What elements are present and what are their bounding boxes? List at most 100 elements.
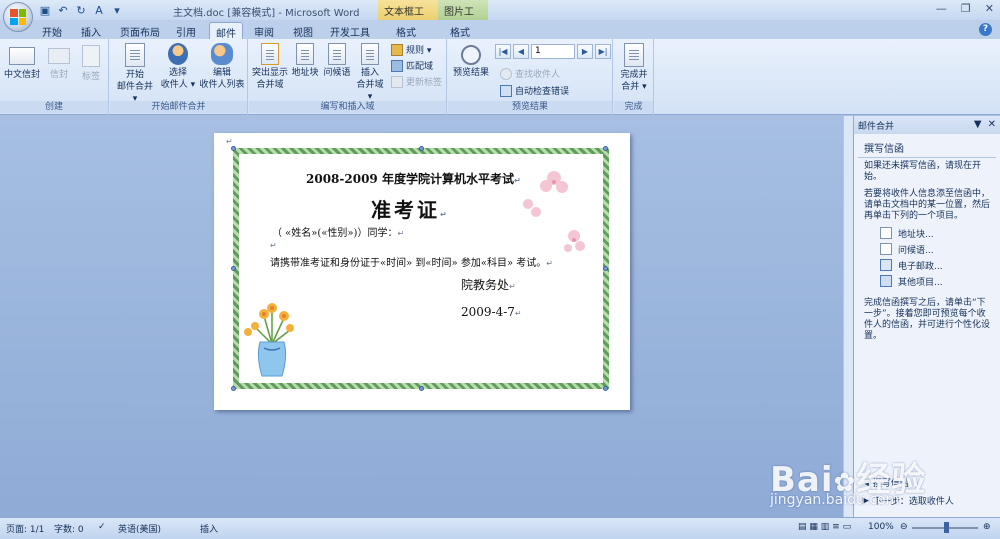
last-record-icon[interactable]: ▶|: [595, 44, 611, 59]
doc-salutation-text: （ «姓名»(«性别»)）同学：: [272, 228, 398, 239]
save-icon[interactable]: ▣: [38, 3, 52, 17]
resize-handle[interactable]: [419, 146, 424, 151]
labels-button[interactable]: 标签: [76, 43, 106, 83]
labels-label: 标签: [81, 72, 100, 82]
envelope-icon: [48, 48, 70, 64]
find-recipient-button[interactable]: 查找收件人: [500, 67, 560, 80]
address-block-button[interactable]: 地址块: [289, 43, 321, 79]
resize-handle[interactable]: [419, 386, 424, 391]
pane-item-greeting[interactable]: 问候语...: [854, 241, 1000, 257]
resize-handle[interactable]: [231, 386, 236, 391]
pane-item-electronic-postage[interactable]: 电子邮政...: [854, 257, 1000, 273]
redo-icon[interactable]: ↻: [74, 3, 88, 17]
draft-icon[interactable]: ▭: [843, 522, 852, 532]
spelling-icon[interactable]: A: [92, 3, 106, 17]
close-icon[interactable]: ✕: [985, 2, 994, 15]
resize-handle[interactable]: [231, 146, 236, 151]
tab-references[interactable]: 引用: [170, 22, 202, 39]
doc-line-instruction[interactable]: 请携带准考证和身份证于«时间» 到«时间» 参加«科目» 考试。↵: [270, 254, 553, 269]
paragraph-mark-icon: ↵: [513, 176, 521, 185]
word-count[interactable]: 字数: 0: [54, 522, 84, 535]
preview-results-button[interactable]: 预览结果: [450, 43, 492, 79]
language-indicator[interactable]: 英语(美国): [118, 522, 161, 535]
tab-insert[interactable]: 插入: [75, 22, 107, 39]
resize-handle[interactable]: [231, 266, 236, 271]
tab-format-textbox[interactable]: 格式: [388, 22, 424, 39]
paragraph-mark-icon: ↵: [440, 210, 450, 219]
doc-signature[interactable]: 院教务处↵: [461, 276, 516, 293]
doc-date[interactable]: 2009-4-7↵: [461, 305, 522, 319]
task-pane-intro: 如果还未撰写信函，请现在开始。: [864, 161, 982, 182]
tab-format-picture[interactable]: 格式: [442, 22, 478, 39]
page-count[interactable]: 页面: 1/1: [6, 522, 44, 535]
insert-field-label-2: 合并域 ▾: [356, 80, 384, 102]
tab-home[interactable]: 开始: [36, 22, 68, 39]
help-icon[interactable]: ?: [979, 23, 992, 36]
record-number-input[interactable]: 1: [531, 44, 575, 59]
pane-dropdown-icon[interactable]: ▼: [974, 119, 982, 130]
tab-developer[interactable]: 开发工具: [326, 22, 374, 39]
outline-icon[interactable]: ≡: [832, 522, 840, 532]
edit-recipient-list-button[interactable]: 编辑 收件人列表: [198, 43, 246, 91]
group-finish-label: 完成: [614, 101, 653, 113]
spellcheck-icon[interactable]: ✓: [98, 522, 106, 532]
finish-merge-button[interactable]: 完成并 合并 ▾: [616, 43, 652, 93]
web-layout-icon[interactable]: ▥: [821, 522, 830, 532]
window-controls: — ❐ ✕: [936, 2, 994, 15]
highlight-label-1: 突出显示: [251, 68, 288, 78]
edit-recipients-label-1: 编辑: [212, 68, 231, 78]
start-mail-merge-button[interactable]: 开始 邮件合并 ▾: [114, 43, 156, 105]
doc-title[interactable]: 准考证↵: [371, 194, 450, 223]
greeting-line-icon: [328, 43, 346, 65]
full-screen-reading-icon[interactable]: ▦: [809, 522, 818, 532]
zoom-level[interactable]: 100%: [868, 522, 894, 532]
start-merge-icon: [125, 43, 145, 67]
greeting-line-button[interactable]: 问候语: [321, 43, 353, 79]
print-layout-icon[interactable]: ▤: [798, 522, 807, 532]
insert-merge-field-button[interactable]: 插入 合并域 ▾: [353, 43, 387, 103]
doc-line-salutation[interactable]: （ «姓名»(«性别»)）同学：↵: [272, 224, 404, 239]
pane-close-icon[interactable]: ✕: [988, 119, 996, 130]
resize-handle[interactable]: [603, 386, 608, 391]
tab-page-layout[interactable]: 页面布局: [116, 22, 164, 39]
doc-empty-line[interactable]: ↵: [270, 240, 277, 251]
minimize-icon[interactable]: —: [936, 2, 947, 15]
doc-heading-text: 2008-2009 年度学院计算机水平考试: [306, 172, 514, 186]
tab-review[interactable]: 审阅: [248, 22, 280, 39]
pane-item-label: 其他项目...: [898, 277, 943, 288]
office-button[interactable]: [3, 2, 33, 32]
next-record-icon[interactable]: ▶: [577, 44, 593, 59]
select-recipients-button[interactable]: 选择 收件人 ▾: [158, 43, 198, 91]
pane-item-label: 电子邮政...: [898, 261, 943, 272]
zoom-slider-thumb[interactable]: [944, 522, 949, 533]
undo-icon[interactable]: ↶: [56, 3, 70, 17]
zoom-out-icon[interactable]: ⊖: [900, 522, 908, 532]
chinese-envelope-button[interactable]: 中文信封: [4, 43, 40, 81]
context-tab-textbox-tools: 文本框工具: [378, 0, 438, 33]
zoom-in-icon[interactable]: ⊕: [983, 522, 991, 532]
restore-icon[interactable]: ❐: [961, 2, 971, 15]
group-finish: 完成并 合并 ▾ 完成: [614, 39, 654, 115]
view-buttons: ▤ ▦ ▥ ≡ ▭: [798, 522, 851, 532]
tab-view[interactable]: 视图: [287, 22, 319, 39]
insert-mode-indicator[interactable]: 插入: [200, 522, 218, 535]
tab-mailings[interactable]: 邮件: [209, 22, 243, 40]
preview-results-icon: [461, 45, 481, 65]
envelope-button[interactable]: 信封: [44, 43, 74, 81]
resize-handle[interactable]: [603, 146, 608, 151]
paragraph-mark-icon: ↵: [226, 137, 233, 146]
labels-icon: [82, 45, 100, 67]
previous-record-icon[interactable]: ◀: [513, 44, 529, 59]
pane-item-address-block[interactable]: 地址块...: [854, 225, 1000, 241]
doc-heading[interactable]: 2008-2009 年度学院计算机水平考试↵: [306, 170, 521, 187]
edit-recipients-label-2: 收件人列表: [199, 80, 245, 90]
resize-handle[interactable]: [603, 266, 608, 271]
auto-check-errors-button[interactable]: 自动检查错误: [500, 84, 569, 97]
match-fields-button[interactable]: 匹配域: [391, 59, 433, 72]
highlight-merge-fields-button[interactable]: 突出显示 合并域: [251, 43, 289, 91]
first-record-icon[interactable]: |◀: [495, 44, 511, 59]
update-labels-button[interactable]: 更新标签: [391, 75, 442, 88]
rules-button[interactable]: 规则 ▾: [391, 43, 431, 56]
pane-item-more-items[interactable]: 其他项目...: [854, 273, 1000, 289]
customize-qat-icon[interactable]: ▾: [110, 3, 124, 17]
